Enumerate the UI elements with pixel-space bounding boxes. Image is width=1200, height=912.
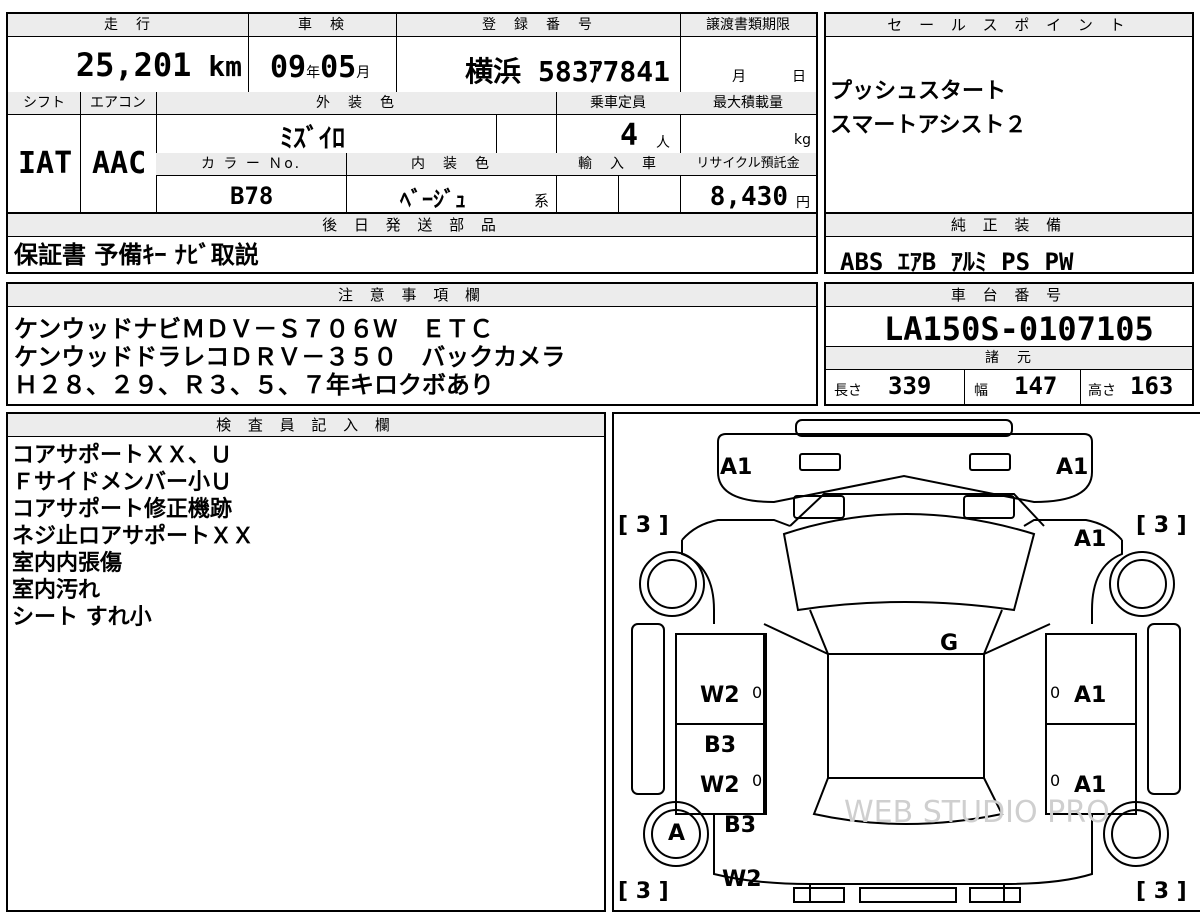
mark-door-fr: A1 [1074,683,1106,708]
interior-label: 内 装 色 [346,153,556,176]
registration-label: 登 録 番 号 [396,14,680,37]
width-label: 幅 [974,383,988,399]
equipment-box: 純 正 装 備 ABS ｴｱB ｱﾙﾐ PS PW [824,212,1194,276]
capacity-unit: 人 [656,135,670,151]
damage-diagram-box: A1 A1 A1 G W2 A1 B3 W2 A1 A B3 W2 [ 3 ] … [612,412,1200,912]
mark-tire-fr: [ 3 ] [1136,513,1187,538]
recycle-value: 8,430 [709,182,788,212]
sales-point-label: セ ー ル ス ポ イ ン ト [826,14,1192,37]
mileage-label: 走 行 [8,14,248,37]
mark-quarter-l-b: B3 [724,813,756,838]
inspection-year: 09 [270,50,307,85]
exterior-label: 外 装 色 [156,92,556,115]
inspection-month-unit: 月 [356,65,371,81]
car-body-diagram: A1 A1 A1 G W2 A1 B3 W2 A1 A B3 W2 [ 3 ] … [618,419,1187,904]
inspection-month: 05 [320,50,357,85]
mark-tire-rr: [ 3 ] [1136,879,1187,904]
transfer-label: 譲渡書類期限 [680,14,816,37]
mark-front-right: A1 [1056,455,1088,480]
later-parts-box: 後 日 発 送 部 品 保証書 予備ｷｰ ﾅﾋﾞ取説 [6,212,818,274]
ac-label: エアコン [80,92,156,115]
length-label: 長さ [834,383,862,399]
inspector-line-5: 室内内張傷 [12,551,123,576]
mark-front-left: A1 [720,455,752,480]
height-value: 163 [1130,372,1174,400]
import-label: 輸 入 車 [556,153,680,176]
mark-zero-1: 0 [752,683,762,702]
mark-quarter-l-w: W2 [722,867,762,892]
vehicle-info-table: 走 行 車 検 登 録 番 号 譲渡書類期限 25,201 km 09年05月 … [6,12,818,214]
max-load-label: 最大積載量 [680,92,816,115]
mark-door-rl-b: B3 [704,733,736,758]
inspector-line-7: シート すれ小 [12,605,152,630]
inspector-line-2: Ｆサイドメンバー小Ｕ [12,470,233,495]
exterior-value: ﾐｽﾞｲﾛ [280,124,346,154]
mark-wheel-rl: A [668,821,685,846]
equipment-value: ABS ｴｱB ｱﾙﾐ PS PW [840,248,1074,276]
color-no-value: B78 [230,182,274,210]
sales-point-2: スマートアシスト２ [830,113,1027,138]
capacity-value: 4 [620,118,639,153]
inspector-line-3: コアサポート修正機跡 [12,497,233,522]
equipment-label: 純 正 装 備 [826,214,1192,237]
sales-point-1: プッシュスタート [830,79,1007,104]
mark-zero-2: 0 [1050,683,1060,702]
mark-tire-fl: [ 3 ] [618,513,669,538]
inspector-line-6: 室内汚れ [12,578,101,603]
shift-label: シフト [8,92,80,115]
width-value: 147 [1014,372,1058,400]
color-no-label: カ ラ ー Ｎo. [156,153,346,176]
mark-door-fl: W2 [700,683,740,708]
recycle-unit: 円 [796,195,810,211]
notes-box: 注 意 事 項 欄 ケンウッドナビＭＤＶ－Ｓ７０６Ｗ ＥＴＣ ケンウッドドラレコ… [6,282,818,406]
inspection-year-unit: 年 [306,65,321,81]
mark-zero-3: 0 [752,771,762,790]
mileage-value: 25,201 [75,46,192,84]
mark-glass: G [940,631,958,656]
mark-fender-right: A1 [1074,527,1106,552]
registration-value: 横浜 583ｱ7841 [465,55,670,88]
inspector-line-1: コアサポートＸＸ、Ｕ [12,443,233,468]
later-parts-label: 後 日 発 送 部 品 [8,214,816,237]
spec-label: 諸 元 [826,346,1192,370]
recycle-label: リサイクル預託金 [680,153,816,176]
max-load-unit: kg [794,132,811,148]
ac-value: AAC [92,146,147,181]
mark-door-rl-w: W2 [700,773,740,798]
mark-zero-4: 0 [1050,771,1060,790]
sales-point-box: セ ー ル ス ポ イ ン ト プッシュスタート スマートアシスト２ [824,12,1194,214]
interior-suffix: 系 [534,192,550,210]
transfer-day: 日 [792,69,806,85]
shift-value: IAT [18,146,73,181]
watermark: WEB STUDIO PRO [844,795,1110,830]
interior-value: ﾍﾞｰｼﾞｭ [400,188,467,213]
notes-line-2: ケンウッドドラレコＤＲＶ－３５０ バックカメラ [14,343,566,371]
chassis-box: 車 台 番 号 LA150S-0107105 諸 元 長さ 339 幅 147 … [824,282,1194,406]
inspection-label: 車 検 [248,14,396,37]
inspector-label: 検 査 員 記 入 欄 [8,414,604,437]
notes-line-3: Ｈ２８、２９、Ｒ３、５、７年キロクボあり [14,371,494,399]
chassis-label: 車 台 番 号 [826,284,1192,307]
inspector-box: 検 査 員 記 入 欄 コアサポートＸＸ、Ｕ Ｆサイドメンバー小Ｕ コアサポート… [6,412,606,912]
mark-tire-rl: [ 3 ] [618,879,669,904]
notes-line-1: ケンウッドナビＭＤＶ－Ｓ７０６Ｗ ＥＴＣ [14,315,494,343]
inspector-line-4: ネジ止ロアサポートＸＸ [12,524,255,549]
capacity-label: 乗車定員 [556,92,680,115]
mileage-unit: km [208,50,242,83]
height-label: 高さ [1088,383,1116,399]
chassis-value: LA150S-0107105 [884,310,1154,348]
length-value: 339 [888,372,932,400]
transfer-month: 月 [732,69,746,85]
notes-label: 注 意 事 項 欄 [8,284,816,307]
later-parts-value: 保証書 予備ｷｰ ﾅﾋﾞ取説 [14,241,259,269]
